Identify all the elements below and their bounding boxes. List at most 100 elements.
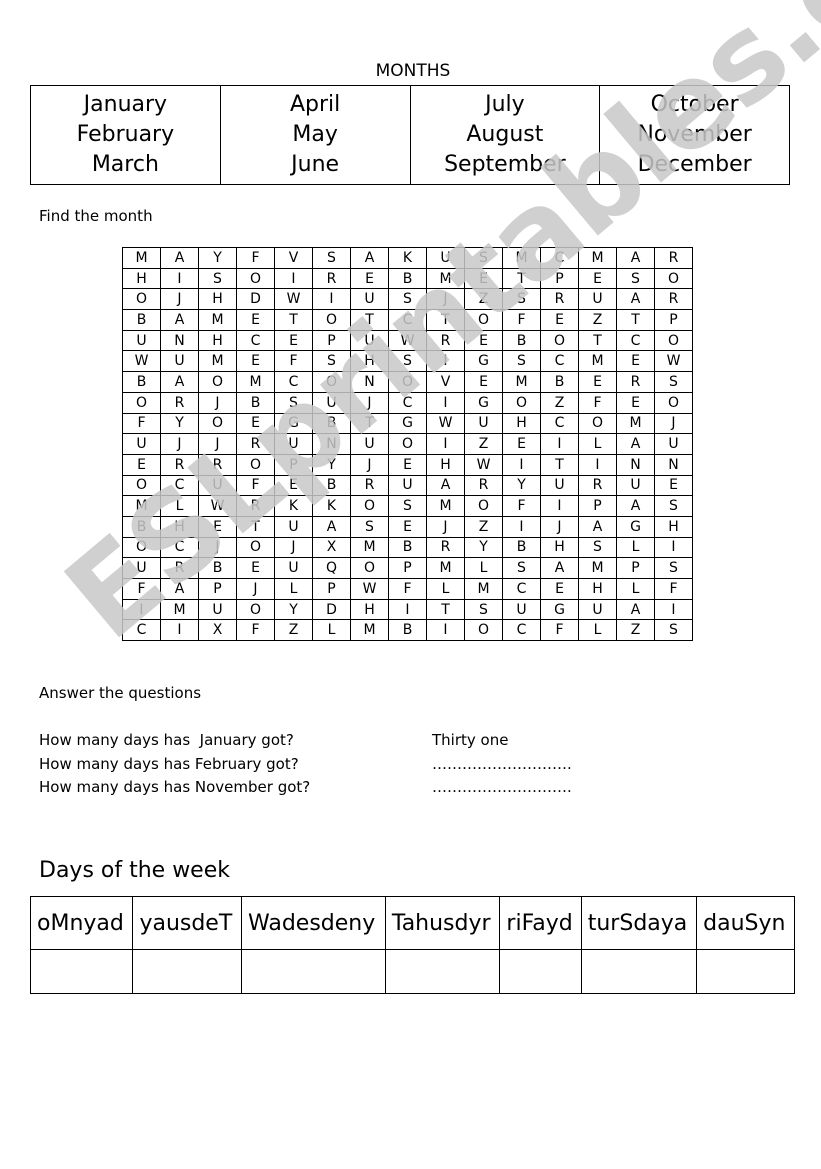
grid-cell[interactable]: L [160,495,199,517]
grid-cell[interactable]: I [426,350,465,373]
grid-cell[interactable]: W [198,495,237,517]
grid-cell[interactable]: O [236,453,275,476]
grid-cell[interactable]: E [236,350,275,373]
grid-cell[interactable]: U [198,598,237,621]
grid-cell[interactable]: M [160,598,199,621]
grid-cell[interactable]: W [654,350,693,373]
grid-cell[interactable]: O [312,309,351,331]
grid-cell[interactable]: S [388,288,427,311]
grid-cell[interactable]: U [312,391,351,414]
grid-cell[interactable]: I [540,495,579,517]
grid-cell[interactable]: I [578,453,617,476]
grid-cell[interactable]: Z [540,391,579,414]
grid-cell[interactable]: N [350,371,389,393]
grid-cell[interactable]: Z [464,515,503,538]
grid-cell[interactable]: T [350,412,389,435]
grid-cell[interactable]: I [160,267,199,290]
grid-cell[interactable]: S [312,350,351,373]
grid-cell[interactable]: R [426,536,465,559]
grid-cell[interactable]: E [236,309,275,331]
day-answer-cell[interactable] [132,949,243,994]
grid-cell[interactable]: T [236,515,275,538]
grid-cell[interactable]: W [274,288,313,311]
grid-cell[interactable]: O [236,536,275,559]
grid-cell[interactable]: M [426,495,465,517]
grid-cell[interactable]: K [274,495,313,517]
grid-cell[interactable]: R [160,557,199,579]
grid-cell[interactable]: C [388,309,427,331]
grid-cell[interactable]: T [540,453,579,476]
grid-cell[interactable]: H [160,515,199,538]
grid-cell[interactable]: M [122,495,161,517]
grid-cell[interactable]: R [350,474,389,497]
grid-cell[interactable]: E [122,453,161,476]
grid-cell[interactable]: E [388,515,427,538]
grid-cell[interactable]: O [122,474,161,497]
grid-cell[interactable]: J [198,433,237,455]
grid-cell[interactable]: S [198,267,237,290]
grid-cell[interactable]: B [388,619,427,642]
grid-cell[interactable]: S [502,350,541,373]
grid-cell[interactable]: D [236,288,275,311]
grid-cell[interactable]: A [160,247,199,269]
grid-cell[interactable]: P [198,578,237,600]
grid-cell[interactable]: O [502,391,541,414]
grid-cell[interactable]: M [578,247,617,269]
grid-cell[interactable]: C [616,329,655,352]
grid-cell[interactable]: T [426,598,465,621]
grid-cell[interactable]: N [654,453,693,476]
grid-cell[interactable]: F [236,247,275,269]
grid-cell[interactable]: Z [616,619,655,642]
grid-cell[interactable]: S [464,598,503,621]
grid-cell[interactable]: E [274,474,313,497]
grid-cell[interactable]: P [654,309,693,331]
grid-cell[interactable]: S [654,557,693,579]
grid-cell[interactable]: T [578,329,617,352]
grid-cell[interactable]: C [502,578,541,600]
grid-cell[interactable]: E [578,267,617,290]
grid-cell[interactable]: F [540,619,579,642]
grid-cell[interactable]: J [236,578,275,600]
grid-cell[interactable]: I [274,267,313,290]
grid-cell[interactable]: W [426,412,465,435]
grid-cell[interactable]: U [350,288,389,311]
grid-cell[interactable]: Q [312,557,351,579]
grid-cell[interactable]: A [426,474,465,497]
grid-cell[interactable]: S [654,371,693,393]
grid-cell[interactable]: E [578,371,617,393]
grid-cell[interactable]: J [350,391,389,414]
grid-cell[interactable]: E [616,391,655,414]
grid-cell[interactable]: F [274,350,313,373]
grid-cell[interactable]: B [236,391,275,414]
grid-cell[interactable]: E [350,267,389,290]
grid-cell[interactable]: B [388,267,427,290]
grid-cell[interactable]: P [540,267,579,290]
grid-cell[interactable]: L [616,536,655,559]
grid-cell[interactable]: M [198,350,237,373]
grid-cell[interactable]: J [160,433,199,455]
grid-cell[interactable]: B [312,412,351,435]
grid-cell[interactable]: Y [464,536,503,559]
grid-cell[interactable]: V [426,371,465,393]
grid-cell[interactable]: H [578,578,617,600]
day-answer-cell[interactable] [241,949,386,994]
grid-cell[interactable]: A [616,247,655,269]
grid-cell[interactable]: O [350,557,389,579]
grid-cell[interactable]: C [236,329,275,352]
grid-cell[interactable]: S [654,619,693,642]
grid-cell[interactable]: O [388,433,427,455]
grid-cell[interactable]: H [198,329,237,352]
grid-cell[interactable]: O [388,371,427,393]
grid-cell[interactable]: G [540,598,579,621]
grid-cell[interactable]: N [160,329,199,352]
grid-cell[interactable]: L [616,578,655,600]
grid-cell[interactable]: W [464,453,503,476]
grid-cell[interactable]: J [654,412,693,435]
grid-cell[interactable]: B [312,474,351,497]
grid-cell[interactable]: H [654,515,693,538]
grid-cell[interactable]: J [426,515,465,538]
grid-cell[interactable]: F [578,391,617,414]
grid-cell[interactable]: U [578,288,617,311]
grid-cell[interactable]: I [122,598,161,621]
grid-cell[interactable]: E [464,371,503,393]
